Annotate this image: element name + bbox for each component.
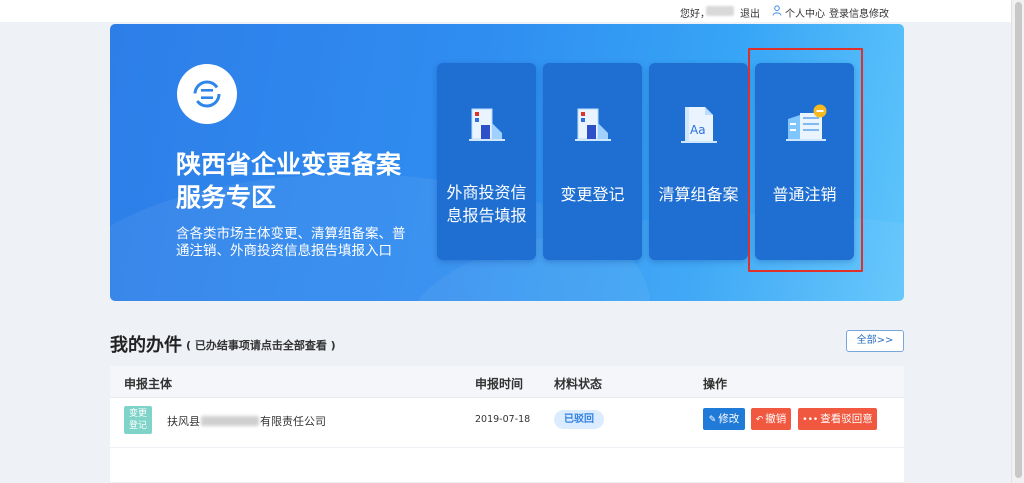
company-name-blurred xyxy=(201,416,259,426)
card-label-line: 外商投资信 xyxy=(446,183,527,202)
exchange-icon xyxy=(193,80,221,108)
revoke-button-label: 撤销 xyxy=(765,413,787,425)
banner-title: 陕西省企业变更备案 服务专区 xyxy=(176,148,426,214)
card-liquidation-filing[interactable]: Aa 清算组备案 xyxy=(649,63,748,260)
card-label: 清算组备案 xyxy=(658,185,739,204)
login-info-modify-link[interactable]: 登录信息修改 xyxy=(829,5,889,20)
revoke-button[interactable]: ↶ 撤销 xyxy=(751,408,791,430)
card-label-line: 息报告填报 xyxy=(446,206,527,225)
view-rejection-opinion-button[interactable]: ••• 查看驳回意见 xyxy=(798,408,877,448)
scrollbar-thumb[interactable] xyxy=(1015,2,1022,478)
view-opinion-label: 查看驳回意见 xyxy=(820,413,873,448)
company-name-suffix: 有限责任公司 xyxy=(260,415,326,428)
apply-date: 2019-07-18 xyxy=(475,414,531,425)
header-actions: 操作 xyxy=(703,377,728,391)
header-apply-time: 申报时间 xyxy=(475,377,524,391)
card-label: 变更登记 xyxy=(560,185,625,204)
my-items-hint: ( 已办结事项请点击全部查看 ) xyxy=(186,339,336,352)
edit-button[interactable]: ✎ 修改 xyxy=(703,408,745,430)
item-type-tag: 变更 登记 xyxy=(124,406,152,434)
vertical-scrollbar[interactable] xyxy=(1011,0,1024,483)
service-logo xyxy=(177,64,237,124)
banner-subtitle-line: 通注销、外商投资信息报告填报入口 xyxy=(176,243,392,259)
tag-line: 登记 xyxy=(128,421,147,431)
edit-button-label: 修改 xyxy=(718,413,740,425)
company-name: 扶风县 有限责任公司 xyxy=(167,413,326,429)
highlight-box xyxy=(748,48,863,272)
header-material-status: 材料状态 xyxy=(554,377,603,391)
table-row: 变更 登记 扶风县 有限责任公司 2019-07-18 已驳回 ✎ 修改 ↶ 撤销 •… xyxy=(110,399,904,448)
banner-title-line: 服务专区 xyxy=(176,183,277,212)
card-foreign-investment-report[interactable]: 外商投资信 息报告填报 xyxy=(437,63,536,260)
top-bar: 您好， 退出 个人中心 登录信息修改 xyxy=(0,0,1011,22)
more-icon: ••• xyxy=(802,415,819,425)
banner-subtitle: 含各类市场主体变更、清算组备案、普 通注销、外商投资信息报告填报入口 xyxy=(176,226,416,260)
svg-text:Aa: Aa xyxy=(690,123,706,137)
table-header: 申报主体 申报时间 材料状态 操作 xyxy=(110,366,904,398)
card-change-registration[interactable]: 变更登记 xyxy=(543,63,642,260)
company-name-prefix: 扶风县 xyxy=(167,415,200,428)
view-all-button[interactable]: 全部>> xyxy=(846,330,904,352)
user-icon xyxy=(772,5,782,16)
my-items-title: 我的办件 xyxy=(110,335,182,356)
document-aa-icon: Aa xyxy=(681,107,717,143)
banner-title-line: 陕西省企业变更备案 xyxy=(176,150,402,179)
row-divider xyxy=(110,447,904,448)
undo-icon: ↶ xyxy=(755,415,764,425)
my-items-table: 申报主体 申报时间 材料状态 操作 变更 登记 扶风县 有限责任公司 2019-0… xyxy=(110,366,904,482)
logout-link[interactable]: 退出 xyxy=(740,5,760,20)
building-icon xyxy=(575,108,611,141)
card-label: 外商投资信 息报告填报 xyxy=(441,181,532,227)
username-blurred xyxy=(706,6,734,16)
edit-icon: ✎ xyxy=(708,415,717,425)
header-applicant: 申报主体 xyxy=(124,377,173,391)
tag-line: 变更 xyxy=(128,409,147,419)
personal-center-link[interactable]: 个人中心 xyxy=(785,5,825,20)
building-icon xyxy=(469,108,505,141)
banner-subtitle-line: 含各类市场主体变更、清算组备案、普 xyxy=(176,226,406,242)
status-badge: 已驳回 xyxy=(554,410,604,429)
